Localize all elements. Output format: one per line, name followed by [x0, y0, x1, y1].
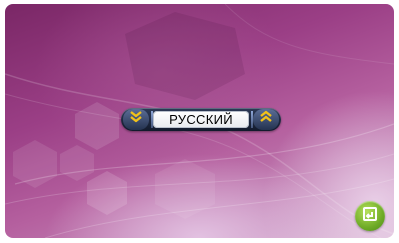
language-value: РУССКИЙ — [153, 111, 249, 128]
language-selector: РУССКИЙ — [121, 108, 281, 131]
previous-language-button[interactable] — [123, 109, 149, 130]
double-chevron-up-icon — [259, 110, 273, 129]
device-frame: РУССКИЙ — [0, 0, 399, 243]
double-chevron-down-icon — [129, 110, 143, 129]
next-language-button[interactable] — [253, 109, 279, 130]
return-arrow-icon — [361, 205, 379, 228]
back-button[interactable] — [355, 201, 385, 231]
